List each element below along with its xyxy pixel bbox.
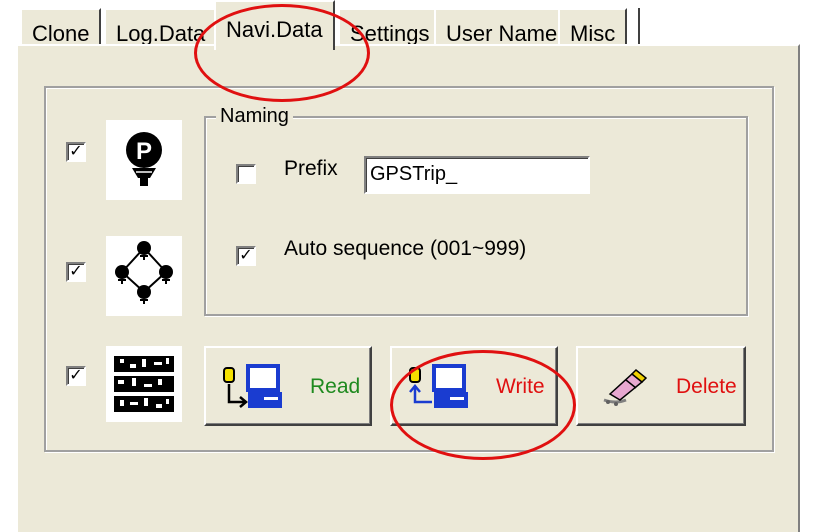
tab-log-data[interactable]: Log.Data: [104, 8, 218, 46]
read-icon: [223, 364, 282, 408]
read-label: Read: [310, 375, 361, 398]
app-window: Clone Log.Data Navi.Data Settings User N…: [0, 0, 814, 532]
auto-sequence-checkbox[interactable]: ✓: [236, 246, 256, 266]
prefix-checkbox[interactable]: [236, 164, 256, 184]
naming-groupbox: [204, 116, 748, 316]
poi-checkbox[interactable]: ✓: [66, 142, 86, 162]
route-checkbox[interactable]: ✓: [66, 262, 86, 282]
check-mark: ✓: [69, 367, 83, 384]
check-mark: ✓: [69, 143, 83, 160]
read-button[interactable]: Read: [204, 346, 372, 426]
route-icon: [106, 236, 182, 316]
tab-clone[interactable]: Clone: [20, 8, 102, 46]
tab-label: Navi.Data: [226, 17, 323, 42]
tab-label: Misc: [570, 21, 616, 46]
track-icon: [106, 346, 182, 422]
delete-button[interactable]: Delete: [576, 346, 746, 426]
tab-label: Clone: [32, 21, 90, 46]
delete-label: Delete: [676, 375, 737, 398]
eraser-icon: [603, 368, 648, 406]
tab-misc[interactable]: Misc: [558, 8, 628, 46]
write-label: Write: [496, 375, 545, 398]
tab-user-name[interactable]: User Name: [434, 8, 570, 46]
tab-label: Log.Data: [116, 21, 206, 46]
write-icon: [409, 364, 468, 408]
track-checkbox[interactable]: ✓: [66, 366, 86, 386]
auto-sequence-label: Auto sequence (001~999): [284, 237, 527, 260]
tab-navi-data[interactable]: Navi.Data: [214, 0, 335, 50]
check-mark: ✓: [239, 247, 253, 264]
tab-label: User Name: [446, 21, 558, 46]
write-button[interactable]: Write: [390, 346, 558, 426]
prefix-label: Prefix: [284, 157, 338, 180]
svg-text:P: P: [136, 138, 152, 165]
naming-group-label: Naming: [216, 104, 293, 128]
poi-icon: P: [106, 120, 182, 200]
tab-settings[interactable]: Settings: [338, 8, 442, 46]
check-mark: ✓: [69, 263, 83, 280]
tab-strip-end: [638, 8, 640, 46]
prefix-input[interactable]: GPSTrip_: [364, 156, 590, 194]
tab-label: Settings: [350, 21, 430, 46]
